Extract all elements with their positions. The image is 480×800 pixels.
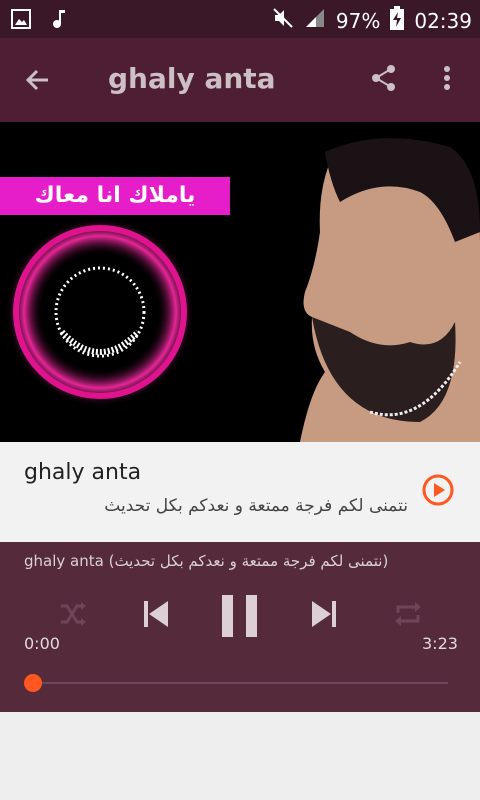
bottom-empty-area (0, 712, 480, 800)
more-vert-icon (443, 65, 451, 95)
image-icon (10, 8, 32, 34)
play-button[interactable] (421, 473, 455, 507)
back-arrow-icon (24, 66, 52, 98)
play-circle-icon (421, 474, 455, 511)
pause-icon (220, 593, 260, 643)
track-title: ghaly anta (24, 460, 142, 485)
repeat-button[interactable] (386, 594, 430, 638)
clock: 02:39 (414, 8, 472, 33)
pause-button[interactable] (214, 590, 266, 646)
album-cover: ياملاك انا معاك (0, 122, 480, 442)
elapsed-time: 0:00 (24, 634, 60, 653)
track-info-card[interactable]: ghaly anta نتمنى لكم فرجة ممتعة و نعدكم … (0, 442, 480, 542)
next-button[interactable] (302, 592, 346, 640)
page-title: ghaly anta (108, 62, 276, 95)
cover-banner: ياملاك انا معاك (0, 177, 230, 215)
battery-charging-icon (390, 6, 405, 35)
player-panel: ghaly anta (نتمنى لكم فرجة ممتعة و نعدكم… (0, 542, 480, 712)
back-button[interactable] (18, 62, 58, 102)
signal-icon (304, 7, 326, 34)
repeat-icon (393, 599, 423, 633)
battery-percent: 97% (335, 8, 381, 33)
now-playing-label: ghaly anta (نتمنى لكم فرجة ممتعة و نعدكم… (24, 552, 389, 570)
total-duration: 3:23 (422, 634, 458, 653)
previous-button[interactable] (134, 592, 178, 640)
shuffle-icon (57, 599, 87, 633)
more-options-button[interactable] (432, 58, 462, 102)
cover-artwork (5, 138, 480, 442)
track-subtitle: نتمنى لكم فرجة ممتعة و نعدكم بكل تحديث (104, 496, 408, 516)
share-icon (369, 63, 399, 97)
skip-next-icon (308, 598, 340, 634)
status-bar: 97% 02:39 (0, 0, 480, 38)
share-button[interactable] (362, 58, 406, 102)
music-note-icon (50, 8, 68, 34)
skip-previous-icon (140, 598, 172, 634)
shuffle-button[interactable] (50, 594, 94, 638)
mute-icon (272, 7, 294, 34)
app-bar: ghaly anta (0, 38, 480, 122)
seek-thumb[interactable] (24, 674, 42, 692)
seek-bar[interactable] (33, 682, 448, 684)
